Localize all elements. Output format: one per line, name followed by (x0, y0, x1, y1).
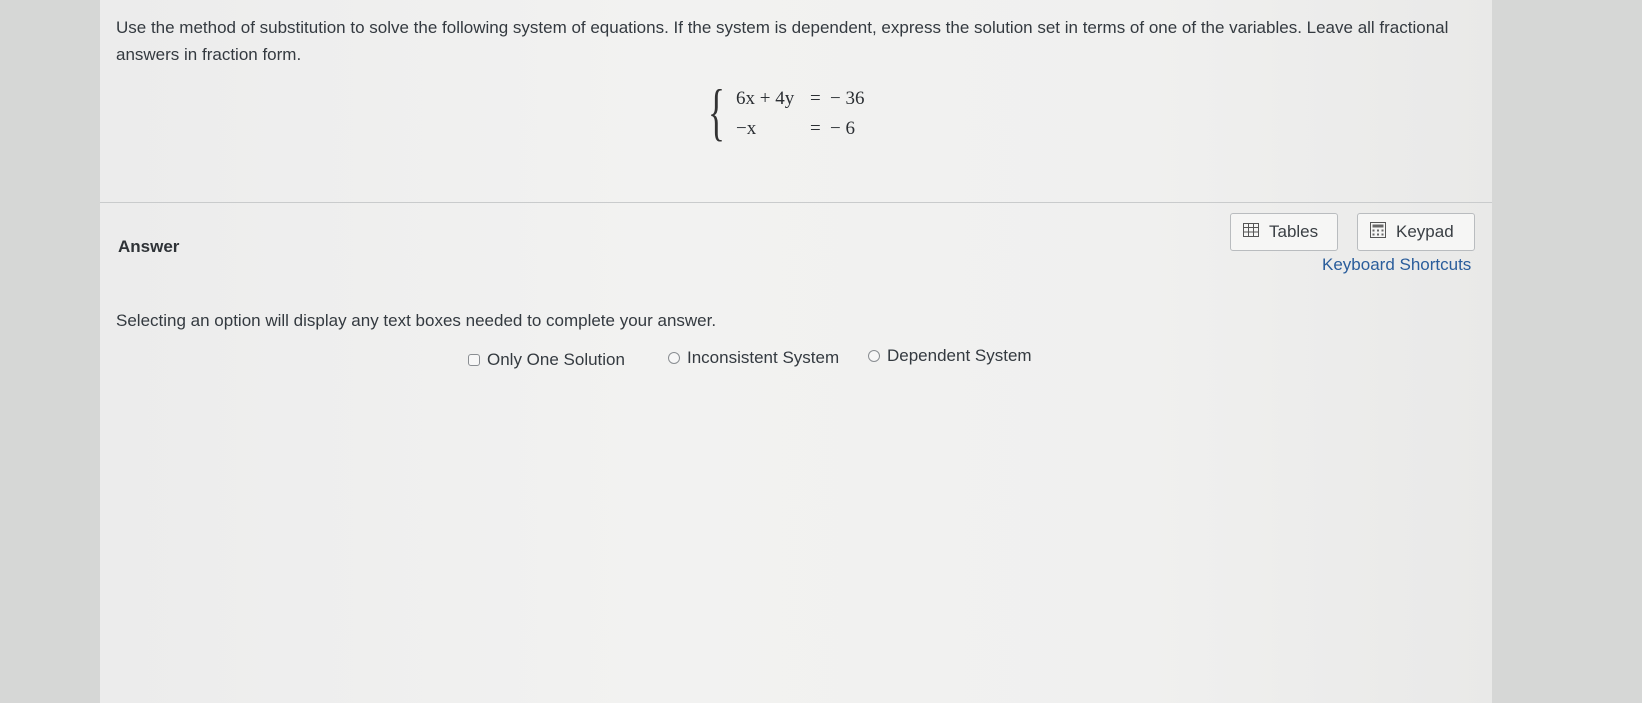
keypad-button[interactable]: Keypad (1357, 213, 1475, 251)
tables-button-label: Tables (1269, 222, 1319, 241)
equation-2-sign: = (810, 118, 821, 139)
section-divider (100, 202, 1492, 203)
radio-icon[interactable] (468, 354, 480, 366)
option-dependent-system[interactable]: Dependent System (868, 346, 1032, 366)
option-inconsistent-system[interactable]: Inconsistent System (668, 348, 839, 368)
equation-1-sign: = (810, 88, 821, 109)
question-text: Use the method of substitution to solve … (116, 18, 1449, 64)
option-label: Only One Solution (487, 350, 625, 369)
equation-2-rhs: − 6 (830, 118, 855, 139)
tables-button[interactable]: Tables (1230, 213, 1338, 251)
radio-icon[interactable] (868, 350, 880, 362)
equation-2-lhs: −x (736, 118, 757, 139)
answer-instruction: Selecting an option will display any tex… (116, 311, 717, 330)
equation-1-lhs: 6x + 4y (736, 88, 795, 109)
left-brace-icon: { (708, 76, 725, 147)
answer-heading: Answer (118, 237, 180, 256)
question-page: Use the method of substitution to solve … (100, 0, 1492, 703)
keyboard-shortcuts-link[interactable]: Keyboard Shortcuts (1322, 255, 1471, 275)
keypad-button-label: Keypad (1396, 222, 1454, 241)
radio-icon[interactable] (668, 352, 680, 364)
equation-system: { 6x + 4y = − 36 −x = − 6 (708, 80, 908, 148)
option-label: Dependent System (887, 346, 1032, 365)
calculator-icon (1370, 221, 1386, 243)
equation-1-rhs: − 36 (830, 88, 865, 109)
option-only-one-solution[interactable]: Only One Solution (468, 350, 625, 370)
option-label: Inconsistent System (687, 348, 840, 367)
table-grid-icon (1243, 222, 1259, 242)
